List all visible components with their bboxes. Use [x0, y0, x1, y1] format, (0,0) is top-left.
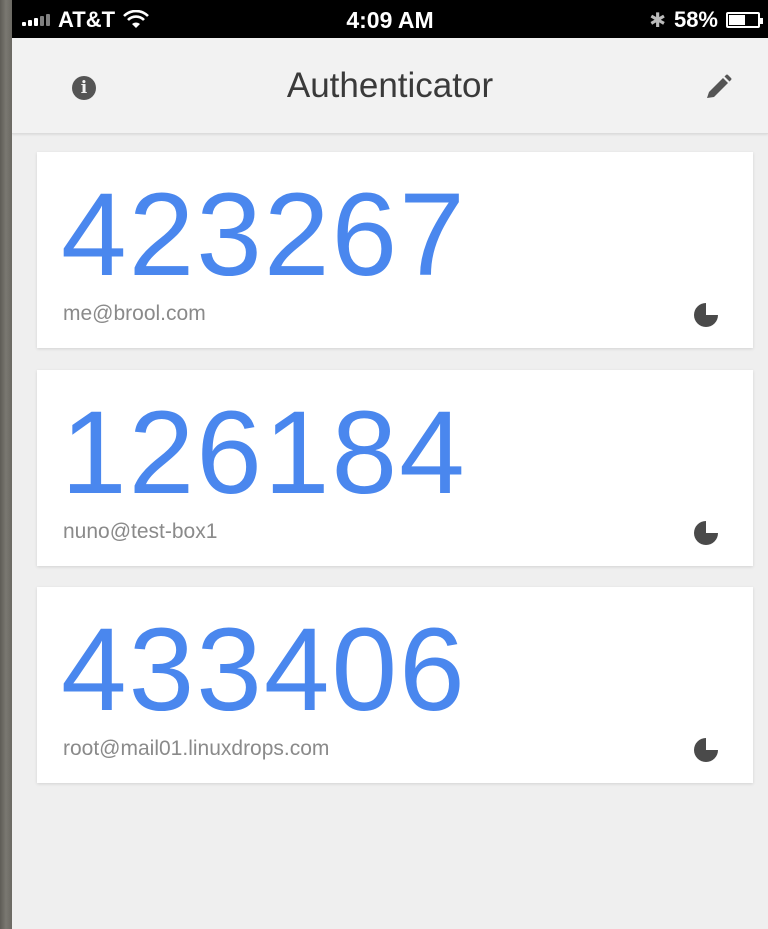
- account-name: root@mail01.linuxdrops.com: [63, 737, 330, 760]
- account-card[interactable]: 433406 root@mail01.linuxdrops.com: [37, 587, 753, 783]
- app-screen: AT&T 4:09 AM ✱ 58% i Authenticator 42326…: [12, 0, 768, 929]
- pencil-edit-icon[interactable]: [702, 72, 734, 104]
- verification-code: 433406: [61, 604, 467, 736]
- account-card[interactable]: 423267 me@brool.com: [37, 152, 753, 348]
- status-right: ✱ 58%: [649, 7, 763, 33]
- bluetooth-icon: ✱: [649, 9, 666, 32]
- countdown-timer-icon: [694, 738, 718, 762]
- account-name: me@brool.com: [63, 302, 206, 325]
- app-title: Authenticator: [286, 66, 494, 105]
- battery-icon: [726, 12, 763, 28]
- countdown-timer-icon: [694, 521, 718, 545]
- verification-code: 126184: [61, 387, 467, 519]
- countdown-timer-icon: [694, 303, 718, 327]
- verification-code: 423267: [61, 169, 467, 301]
- battery-fill: [729, 15, 746, 25]
- account-card[interactable]: 126184 nuno@test-box1: [37, 370, 753, 566]
- battery-percent: 58%: [673, 7, 718, 32]
- status-bar: AT&T 4:09 AM ✱ 58%: [12, 0, 768, 38]
- app-bar: i Authenticator: [12, 38, 768, 134]
- account-name: nuno@test-box1: [63, 520, 218, 543]
